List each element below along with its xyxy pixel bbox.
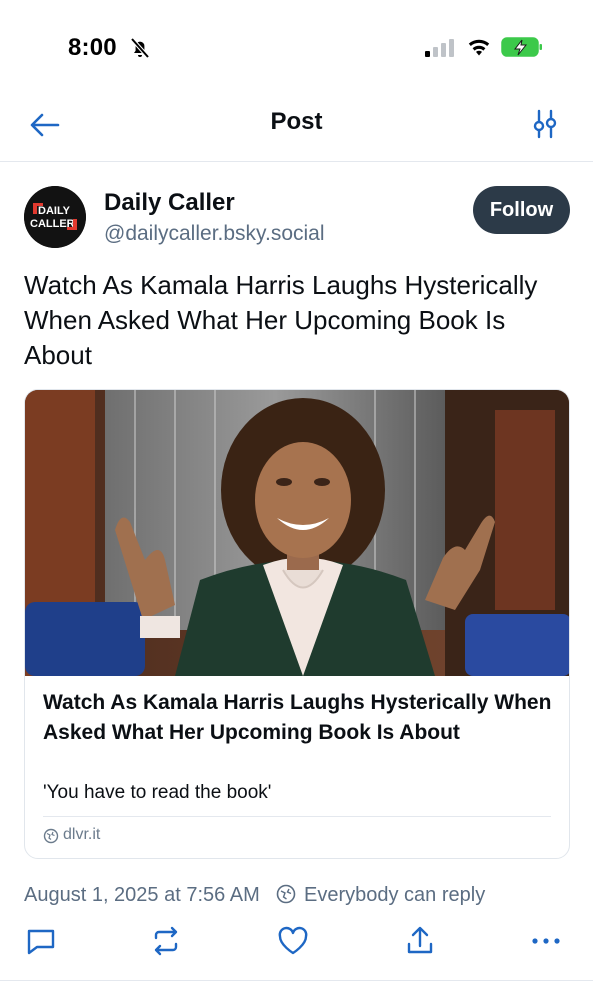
link-card-divider	[43, 816, 551, 817]
share-icon[interactable]	[403, 924, 437, 958]
link-card-image	[25, 390, 569, 676]
wifi-icon	[468, 39, 490, 56]
link-card-domain: dlvr.it	[63, 826, 101, 843]
post-timestamp: August 1, 2025 at 7:56 AM	[24, 884, 260, 906]
link-card-description: 'You have to read the book'	[43, 782, 272, 803]
link-card[interactable]: Watch As Kamala Harris Laughs Hysterical…	[24, 389, 570, 859]
avatar-text-line-1: DAILY	[38, 205, 71, 217]
page-title: Post	[270, 108, 323, 135]
repost-icon[interactable]	[149, 924, 183, 958]
daily-caller-logo: DAILY CALLER	[24, 186, 86, 248]
globe-icon	[276, 884, 296, 904]
reply-icon[interactable]	[24, 924, 58, 958]
like-icon[interactable]	[276, 924, 310, 958]
sliders-icon[interactable]	[530, 108, 560, 140]
author-display-name[interactable]: Daily Caller	[104, 189, 235, 217]
post-text: Watch As Kamala Harris Laughs Hysterical…	[24, 270, 538, 370]
page-header: Post	[0, 96, 593, 162]
more-icon[interactable]	[529, 924, 563, 958]
bell-slash-icon	[130, 37, 150, 59]
author-handle[interactable]: @dailycaller.bsky.social	[104, 222, 325, 246]
avatar[interactable]: DAILY CALLER	[24, 186, 86, 248]
cellular-signal-icon	[425, 39, 454, 57]
link-card-title: Watch As Kamala Harris Laughs Hysterical…	[43, 691, 552, 744]
follow-button[interactable]: Follow	[473, 186, 570, 234]
globe-icon	[43, 828, 59, 844]
post-actions	[0, 924, 593, 964]
status-time: 8:00	[68, 34, 117, 61]
battery-charging-icon	[501, 37, 542, 57]
status-bar: 8:00	[0, 0, 593, 96]
divider	[0, 980, 593, 981]
reply-setting-text[interactable]: Everybody can reply	[304, 884, 485, 907]
